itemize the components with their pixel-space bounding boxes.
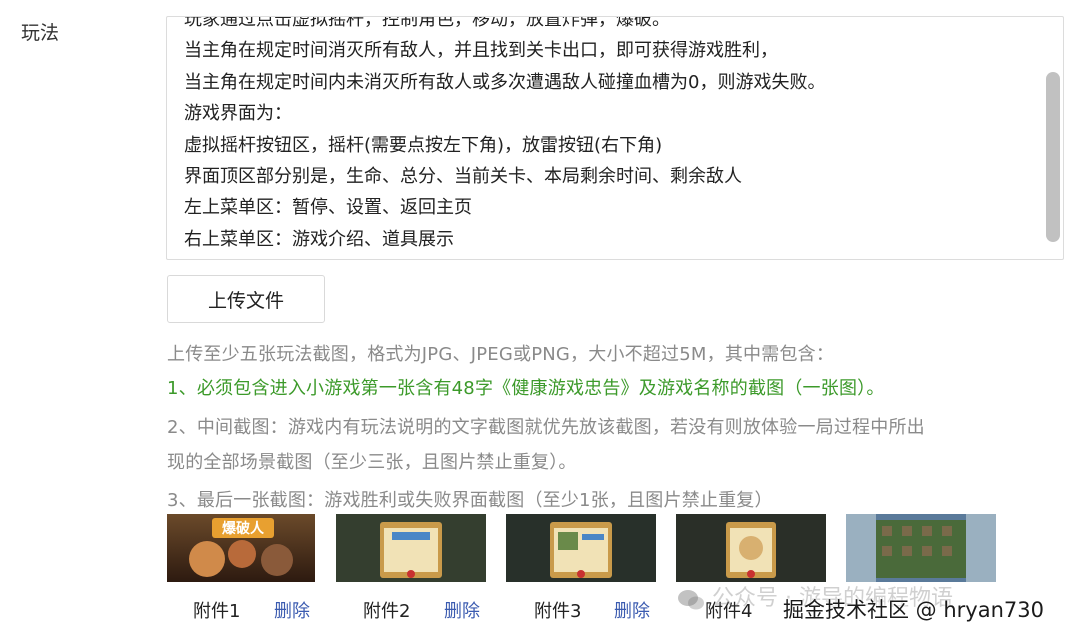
- textarea-scrollbar-thumb[interactable]: [1046, 72, 1060, 242]
- textarea-content[interactable]: 玩家通过点击虚拟摇杆，控制角色，移动，放置炸弹，爆破。 当主角在规定时间消灭所有…: [184, 16, 1044, 255]
- upload-hint-requirement-1: 1、必须包含进入小游戏第一张含有48字《健康游戏忠告》及游戏名称的截图（一张图）…: [167, 378, 885, 399]
- textarea-line: 右上菜单区：游戏介绍、道具展示: [184, 228, 454, 250]
- juejin-watermark: 掘金技术社区 @ hryan730: [783, 598, 1044, 622]
- textarea-line: 界面顶区部分别是，生命、总分、当前关卡、本局剩余时间、剩余敌人: [184, 165, 742, 187]
- attachment-delete-link-3[interactable]: 删除: [614, 597, 650, 623]
- textarea-line: 左上菜单区：暂停、设置、返回主页: [184, 197, 472, 219]
- upload-hint-requirement-2: 2、中间截图：游戏内有玩法说明的文字截图就优先放该截图，若没有则放体验一局过程中…: [167, 417, 925, 438]
- upload-hint-requirement-2-cont: 现的全部场景截图（至少三张，且图片禁止重复）。: [167, 452, 577, 473]
- textarea-line: 当主角在规定时间内未消灭所有敌人或多次遭遇敌人碰撞血槽为0，则游戏失败。: [184, 71, 826, 93]
- attachment-label-2: 附件2: [363, 601, 411, 622]
- textarea-line: 当主角在规定时间消灭所有敌人，并且找到关卡出口，即可获得游戏胜利，: [184, 40, 778, 62]
- textarea-line: 虚拟摇杆按钮区，摇杆(需要点按左下角)，放雷按钮(右下角): [184, 134, 663, 156]
- gameplay-textarea[interactable]: 玩家通过点击虚拟摇杆，控制角色，移动，放置炸弹，爆破。 当主角在规定时间消灭所有…: [166, 16, 1064, 260]
- attachment-thumbnail-1[interactable]: 爆破人: [167, 514, 315, 582]
- textarea-line: 玩家通过点击虚拟摇杆，控制角色，移动，放置炸弹，爆破。: [184, 16, 670, 30]
- wechat-icon: [678, 590, 704, 610]
- attachment-thumbnail-3[interactable]: [506, 514, 656, 582]
- textarea-line: 游戏界面为：: [184, 103, 292, 125]
- upload-hint-text: 上传至少五张玩法截图，格式为JPG、JPEG或PNG，大小不超过5M，其中需包含…: [167, 344, 835, 365]
- attachment-delete-link-1[interactable]: 删除: [274, 597, 310, 623]
- upload-hint-requirement-3: 3、最后一张截图：游戏胜利或失败界面截图（至少1张，且图片禁止重复）: [167, 490, 773, 511]
- thumbnail-title: 爆破人: [222, 520, 265, 537]
- field-label-gameplay: 玩法: [21, 22, 60, 44]
- attachment-thumbnail-4[interactable]: [676, 514, 826, 582]
- attachment-thumbnail-5[interactable]: [846, 514, 996, 582]
- attachment-label-3: 附件3: [534, 601, 582, 622]
- attachment-delete-link-2[interactable]: 删除: [444, 597, 480, 623]
- attachment-thumbnail-2[interactable]: [336, 514, 486, 582]
- attachment-label-1: 附件1: [193, 601, 241, 622]
- upload-file-button[interactable]: 上传文件: [167, 275, 325, 323]
